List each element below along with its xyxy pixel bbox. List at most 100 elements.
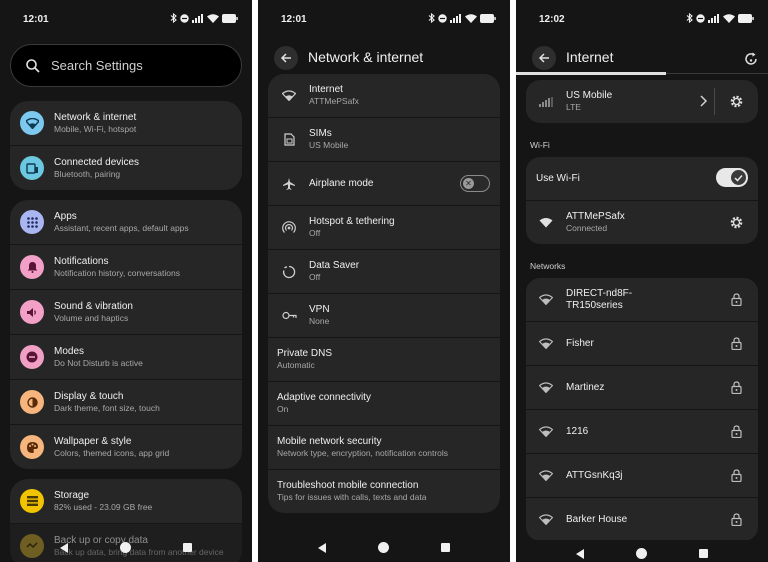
close-icon: ✕ (463, 177, 474, 189)
nav-home-icon[interactable] (120, 542, 131, 553)
wifi-icon (538, 336, 554, 352)
network-row[interactable]: 1216 (526, 410, 758, 453)
bluetooth-icon (170, 13, 177, 23)
storage-icon (20, 489, 44, 513)
item-subtitle: Mobile, Wi-Fi, hotspot (54, 123, 137, 134)
carrier-card: US Mobile LTE (526, 80, 758, 124)
nav-home-icon[interactable] (378, 542, 389, 553)
nav-back-icon[interactable] (60, 543, 68, 553)
item-subtitle: On (277, 404, 289, 414)
network-row[interactable]: Fisher (526, 322, 758, 365)
item-subtitle: Notification history, conversations (54, 267, 180, 278)
wifi-status-icon (207, 13, 219, 23)
back-button[interactable] (532, 46, 556, 70)
nav-back-icon[interactable] (576, 549, 584, 559)
settings-item-notifications[interactable]: Notifications Notification history, conv… (10, 245, 242, 289)
dnd-status-icon (180, 13, 189, 23)
item-title: Storage (54, 489, 90, 501)
item-title: Modes (54, 345, 85, 357)
item-subtitle: Colors, themed icons, app grid (54, 447, 170, 458)
settings-screen: 12:01 Search Settings Network & internet… (0, 0, 252, 562)
settings-item-storage[interactable]: Storage 82% used - 23.09 GB free (10, 479, 242, 523)
nav-back-icon[interactable] (318, 543, 326, 553)
item-title: Adaptive connectivity (277, 392, 371, 403)
search-placeholder: Search Settings (51, 58, 143, 73)
item-subtitle: Dark theme, font size, touch (54, 402, 160, 413)
item-subtitle: Tips for issues with calls, texts and da… (277, 492, 427, 502)
item-subtitle: None (309, 316, 330, 326)
bluetooth-icon (428, 13, 435, 23)
wifi-icon (538, 512, 554, 528)
bluetooth-icon (686, 13, 693, 23)
wifi-icon (538, 292, 554, 308)
wifi-status-icon (465, 13, 477, 23)
settings-item-apps[interactable]: Apps Assistant, recent apps, default app… (10, 200, 242, 244)
use-wifi-toggle[interactable] (716, 168, 748, 187)
item-subtitle: ATTMePSafx (309, 96, 359, 106)
network-row[interactable]: Martinez (526, 366, 758, 409)
item-title: Hotspot & tethering (309, 216, 395, 227)
gear-icon (730, 216, 742, 228)
lock-icon (728, 291, 744, 307)
lock-icon (728, 511, 744, 527)
network-item-troubleshoot[interactable]: Troubleshoot mobile connection Tips for … (268, 470, 500, 513)
speaker-icon (20, 300, 44, 324)
network-row[interactable]: Barker House (526, 498, 758, 541)
navigation-bar (258, 540, 510, 556)
item-title: Mobile network security (277, 436, 382, 447)
screen-header: Internet (516, 44, 768, 72)
use-wifi-row[interactable]: Use Wi-Fi (526, 157, 758, 200)
refresh-icon[interactable] (744, 52, 758, 66)
use-wifi-label: Use Wi-Fi (536, 172, 580, 184)
settings-item-network[interactable]: Network & internet Mobile, Wi-Fi, hotspo… (10, 101, 242, 145)
lock-icon (728, 467, 744, 483)
lock-icon (728, 335, 744, 351)
network-name: DIRECT-nd8F-TR150series (566, 287, 633, 311)
carrier-settings-button[interactable] (728, 93, 744, 109)
network-settings-button[interactable] (728, 214, 744, 230)
palette-icon (20, 435, 44, 459)
signal-icon (450, 13, 461, 23)
settings-item-display[interactable]: Display & touch Dark theme, font size, t… (10, 380, 242, 424)
status-time: 12:02 (539, 14, 565, 25)
search-icon (26, 58, 40, 73)
network-item-airplane-mode[interactable]: Airplane mode ✕ (268, 162, 500, 205)
page-title: Network & internet (308, 49, 424, 65)
gear-icon (730, 95, 742, 107)
network-item-vpn[interactable]: VPN None (268, 294, 500, 337)
network-item-mobile-security[interactable]: Mobile network security Network type, en… (268, 426, 500, 469)
signal-bars-icon (538, 94, 554, 110)
network-item-sims[interactable]: SIMs US Mobile (268, 118, 500, 161)
settings-item-connected-devices[interactable]: Connected devices Bluetooth, pairing (10, 146, 242, 190)
wifi-section-label: Wi-Fi (530, 140, 550, 150)
wifi-icon (538, 215, 554, 231)
nav-home-icon[interactable] (636, 548, 647, 559)
page-title: Internet (566, 49, 614, 65)
nav-recents-icon[interactable] (699, 549, 708, 558)
network-item-private-dns[interactable]: Private DNS Automatic (268, 338, 500, 381)
network-item-data-saver[interactable]: Data Saver Off (268, 250, 500, 293)
network-item-internet[interactable]: Internet ATTMePSafx (268, 74, 500, 117)
vpn-key-icon (280, 307, 298, 325)
connected-network-row[interactable]: ATTMePSafx Connected (526, 201, 758, 244)
network-item-hotspot[interactable]: Hotspot & tethering Off (268, 206, 500, 249)
nav-recents-icon[interactable] (441, 543, 450, 552)
wifi-icon (538, 424, 554, 440)
item-title: Airplane mode (309, 177, 374, 189)
item-subtitle: Off (309, 272, 321, 282)
settings-item-wallpaper[interactable]: Wallpaper & style Colors, themed icons, … (10, 425, 242, 469)
wifi-card: Use Wi-Fi ATTMePSafx Connected (526, 157, 758, 245)
settings-item-modes[interactable]: Modes Do Not Disturb is active (10, 335, 242, 379)
back-button[interactable] (274, 46, 298, 70)
carrier-item-us-mobile[interactable]: US Mobile LTE (526, 80, 758, 123)
nav-recents-icon[interactable] (183, 543, 192, 552)
network-name: ATTGsnKq3j (566, 469, 623, 481)
network-row[interactable]: DIRECT-nd8F-TR150series (526, 278, 758, 321)
network-item-adaptive-connectivity[interactable]: Adaptive connectivity On (268, 382, 500, 425)
airplane-mode-toggle[interactable]: ✕ (460, 175, 490, 192)
network-row[interactable]: ATTGsnKq3j (526, 454, 758, 497)
item-title: Display & touch (54, 390, 124, 402)
sim-icon (280, 131, 298, 149)
settings-item-sound[interactable]: Sound & vibration Volume and haptics (10, 290, 242, 334)
search-bar[interactable]: Search Settings (10, 44, 242, 87)
